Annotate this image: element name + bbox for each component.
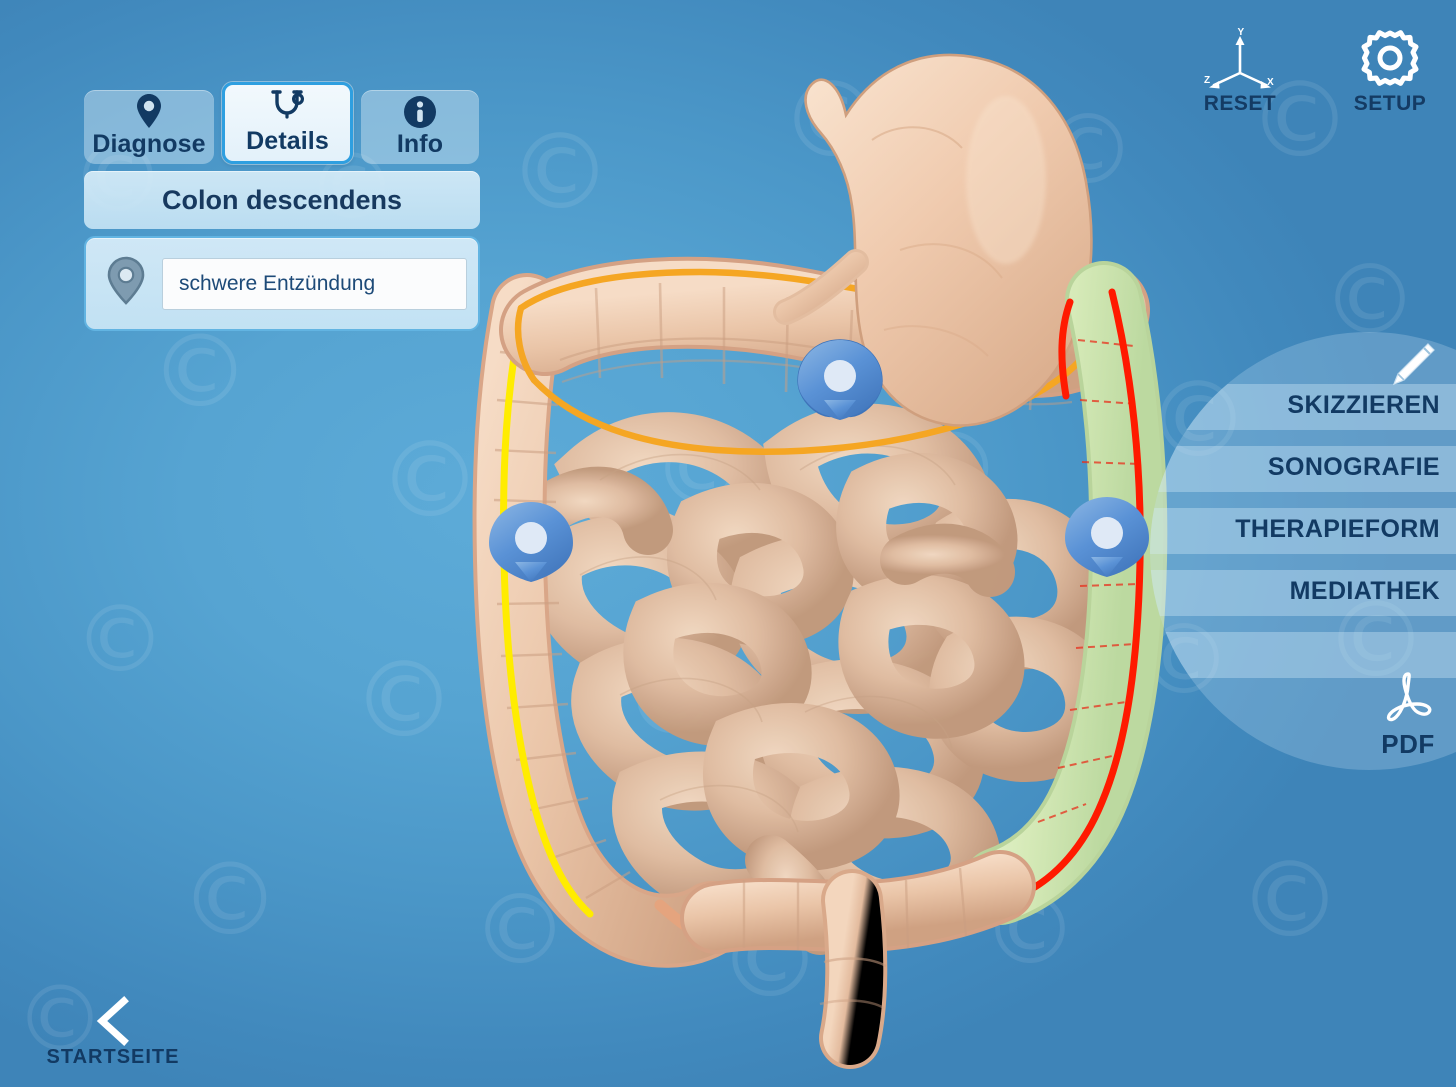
- pdf-label: PDF: [1381, 729, 1435, 759]
- descending-colon-outline: [1018, 288, 1144, 898]
- tab-info-label: Info: [396, 130, 444, 158]
- watermark-copyright: ©: [180, 841, 280, 958]
- reset-button[interactable]: Y Z X RESET: [1192, 26, 1288, 116]
- page-title-label: Colon descendens: [161, 184, 403, 215]
- ascending-colon: [472, 273, 749, 968]
- chevron-left-icon: [38, 996, 188, 1046]
- pdf-acrobat-icon: [1378, 668, 1438, 731]
- stethoscope-icon: [269, 88, 307, 126]
- watermark-copyright: ©: [780, 59, 884, 181]
- marker-ascending: [489, 502, 573, 582]
- stomach: [773, 53, 1093, 427]
- marker-descending: [1065, 497, 1149, 577]
- home-label: STARTSEITE: [46, 1046, 180, 1068]
- watermark-copyright: ©: [652, 414, 748, 526]
- menu-item-therapieform[interactable]: THERAPIEFORM: [1142, 498, 1442, 560]
- menu-item-therapieform-label: THERAPIEFORM: [1235, 514, 1440, 543]
- page-title: Colon descendens: [84, 171, 480, 229]
- menu-item-skizzieren-label: SKIZZIEREN: [1287, 390, 1440, 419]
- reset-label: RESET: [1203, 92, 1277, 115]
- svg-text:X: X: [1267, 77, 1274, 88]
- watermark-copyright: ©: [718, 899, 822, 1021]
- map-pin-outline-icon: [106, 256, 146, 311]
- tab-details-label: Details: [246, 127, 329, 155]
- watermark-copyright: ©: [880, 631, 980, 748]
- gear-icon: [1358, 26, 1422, 90]
- watermark-copyright: ©: [902, 411, 1002, 528]
- menu-item-mediathek-label: MEDIATHEK: [1289, 576, 1440, 605]
- app-stage: ©©©©©©©©©©©©©©©©©©©©©©©©: [0, 0, 1456, 1087]
- ascending-colon-outline: [500, 302, 594, 918]
- pdf-export-button[interactable]: PDF: [1378, 668, 1438, 760]
- appendix: [654, 899, 730, 940]
- tab-diagnose-label: Diagnose: [92, 130, 206, 158]
- map-pin-icon: [135, 91, 163, 129]
- watermark-copyright: ©: [624, 644, 720, 756]
- marker-transverse: [797, 339, 883, 420]
- watermark-copyright: ©: [150, 313, 250, 430]
- svg-text:Z: Z: [1204, 75, 1210, 86]
- watermark-copyright: ©: [1040, 94, 1136, 206]
- tab-details[interactable]: Details: [222, 82, 353, 164]
- small-intestine: [530, 403, 1116, 955]
- info-circle-icon: [403, 91, 437, 129]
- watermark-copyright: ©: [352, 639, 456, 761]
- descending-colon: [961, 261, 1168, 925]
- watermark-copyright: ©: [472, 874, 568, 986]
- transverse-colon-outline-bottom: [530, 344, 1094, 455]
- xyz-axes-icon: Y Z X: [1204, 26, 1276, 90]
- rectum: [819, 869, 888, 1069]
- menu-item-sonografie-label: SONOGRAFIE: [1267, 452, 1440, 481]
- tab-info[interactable]: Info: [361, 90, 479, 164]
- radial-menu-labels: SKIZZIEREN SONOGRAFIE THERAPIEFORM MEDIA…: [1142, 332, 1442, 622]
- details-panel: Diagnose Details Info Colon descendens s…: [84, 82, 480, 331]
- menu-item-mediathek[interactable]: MEDIATHEK: [1142, 560, 1442, 622]
- top-toolbar: Y Z X RESET SETUP: [1192, 26, 1438, 116]
- watermark-copyright: ©: [1238, 839, 1342, 961]
- watermark-copyright: ©: [982, 874, 1078, 986]
- menu-item-sonografie[interactable]: SONOGRAFIE: [1142, 436, 1442, 498]
- setup-button[interactable]: SETUP: [1342, 26, 1438, 116]
- watermark-copyright: ©: [378, 419, 482, 541]
- tab-bar: Diagnose Details Info: [84, 82, 480, 164]
- home-button[interactable]: STARTSEITE: [38, 996, 188, 1069]
- sigmoid-colon: [680, 850, 1036, 954]
- annotation-row: [84, 236, 480, 331]
- transverse-colon-outline-top: [517, 268, 1108, 319]
- svg-text:Y: Y: [1238, 27, 1245, 38]
- transverse-colon: [499, 256, 1150, 455]
- setup-label: SETUP: [1353, 92, 1427, 115]
- menu-item-skizzieren[interactable]: SKIZZIEREN: [1142, 374, 1442, 436]
- tab-diagnose[interactable]: Diagnose: [84, 90, 214, 164]
- watermark-copyright: ©: [74, 586, 166, 693]
- watermark-copyright: ©: [508, 111, 612, 233]
- annotation-input[interactable]: [162, 257, 467, 310]
